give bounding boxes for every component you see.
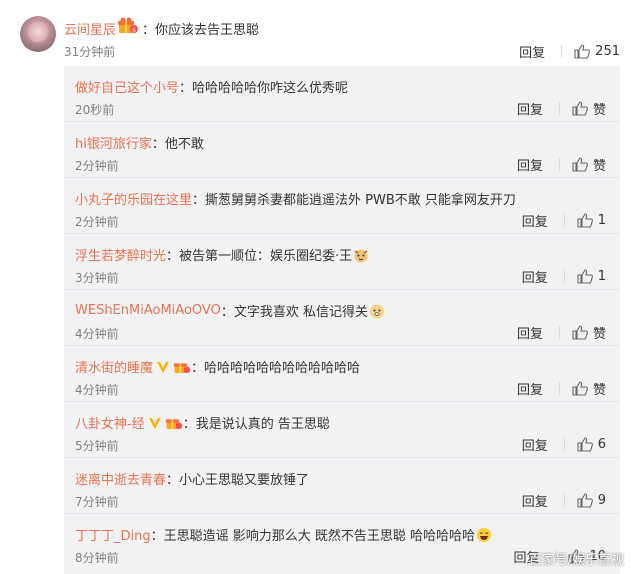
comment-time: 31分钟前: [64, 45, 116, 59]
like-count[interactable]: 6: [598, 437, 606, 452]
svg-text:6: 6: [132, 27, 136, 34]
reply-button[interactable]: 回复: [517, 99, 543, 118]
thumbs-up-icon[interactable]: [572, 101, 588, 116]
reply-time: 4分钟前: [75, 383, 119, 397]
doge-emoji-icon: [369, 304, 384, 318]
divider: [561, 45, 563, 58]
reply-text: ：被告第一顺位：娱乐圈纪委·王: [166, 249, 353, 264]
reply-button[interactable]: 回复: [522, 435, 548, 454]
reply-username[interactable]: 做好自己这个小号: [75, 77, 179, 96]
thumbs-up-icon[interactable]: [574, 44, 591, 59]
thumbs-up-icon[interactable]: [572, 325, 588, 340]
divider: [563, 438, 565, 451]
like-count[interactable]: 1: [598, 213, 606, 228]
reply-username[interactable]: 迷离中逝去青春: [75, 469, 166, 488]
top-comment: 云间星辰 6 ：你应该去告王思聪 31分钟前 回复 251: [0, 0, 640, 66]
avatar[interactable]: [20, 16, 56, 52]
reply-username[interactable]: 浮生若梦醉时光: [75, 245, 166, 264]
thumbs-up-icon[interactable]: [577, 437, 593, 452]
laughing-emoji-icon: [477, 527, 492, 542]
reply-time: 4分钟前: [75, 327, 119, 341]
reply-time: 2分钟前: [75, 159, 119, 173]
like-count[interactable]: 251: [595, 44, 620, 59]
list-item: hi银河旅行家 ：他不敢 2分钟前 回复 赞: [64, 122, 620, 178]
reply-text: ：哈哈哈哈哈哈哈哈哈哈哈哈: [191, 361, 361, 376]
thumbs-up-icon[interactable]: [577, 269, 593, 284]
reply-time: 8分钟前: [75, 551, 119, 565]
comment-text: ：你应该去告王思聪: [142, 23, 260, 38]
like-count[interactable]: 9: [598, 493, 606, 508]
gift-badge-icon: [165, 418, 182, 429]
reply-time: 2分钟前: [75, 215, 119, 229]
watermark: 百家号/娱乐直视: [528, 553, 624, 568]
reply-time: 20秒前: [75, 103, 115, 117]
commenter-name[interactable]: 云间星辰: [64, 19, 116, 38]
cat-emoji-icon: [354, 249, 368, 262]
divider: [563, 270, 565, 283]
thumbs-up-icon[interactable]: [572, 381, 588, 396]
divider: [563, 214, 565, 227]
reply-button[interactable]: 回复: [517, 323, 543, 342]
like-count[interactable]: 赞: [593, 99, 606, 118]
list-item: 清水街的睡魔 ：哈哈哈哈哈哈哈哈哈哈哈哈 4分钟前 回复 赞: [64, 346, 620, 402]
reply-button[interactable]: 回复: [522, 267, 548, 286]
reply-text: ：我是说认真的 告王思聪: [182, 417, 330, 432]
divider: [558, 326, 560, 339]
reply-username[interactable]: 小丸子的乐园在这里: [75, 189, 192, 208]
thumbs-up-icon[interactable]: [577, 493, 593, 508]
reply-username[interactable]: 丁丁丁_Ding: [75, 525, 151, 544]
divider: [563, 494, 565, 507]
like-count[interactable]: 赞: [593, 323, 606, 342]
like-count[interactable]: 赞: [593, 155, 606, 174]
reply-username[interactable]: 清水街的睡魔: [75, 357, 153, 376]
reply-username[interactable]: hi银河旅行家: [75, 133, 152, 152]
divider: [558, 158, 560, 171]
reply-button[interactable]: 回复: [517, 155, 543, 174]
divider: [558, 102, 560, 115]
reply-text: ：王思聪造谣 影响力那么大 既然不告王思聪 哈哈哈哈哈: [150, 529, 476, 544]
reply-text: ：哈哈哈哈哈你咋这么优秀呢: [179, 81, 349, 96]
reply-time: 3分钟前: [75, 271, 119, 285]
comment-actions: 回复 251: [519, 42, 620, 61]
verified-v-icon: [157, 361, 170, 373]
reply-text: ：他不敢: [151, 137, 204, 152]
like-count[interactable]: 赞: [593, 379, 606, 398]
list-item: 八卦女神-经 ：我是说认真的 告王思聪 5分钟前 回复 6: [64, 402, 620, 458]
reply-button[interactable]: 回复: [522, 491, 548, 510]
reply-button[interactable]: 回复: [522, 211, 548, 230]
reply-text: ：撕葱舅舅杀妻都能逍遥法外 PWB不敢 只能拿网友开刀: [192, 193, 516, 208]
list-item: 浮生若梦醉时光 ：被告第一顺位：娱乐圈纪委·王 3分钟前 回复 1: [64, 234, 620, 290]
gift-badge-icon: [173, 362, 191, 373]
list-item: 迷离中逝去青春 ：小心王思聪又要放锤了 7分钟前 回复 9: [64, 458, 620, 514]
reply-button[interactable]: 回复: [519, 42, 545, 61]
reply-username[interactable]: WEShEnMiAoMiAoOVO: [75, 303, 221, 318]
reply-text: ：文字我喜欢 私信记得关: [220, 305, 368, 320]
reply-time: 5分钟前: [75, 439, 119, 453]
reply-time: 7分钟前: [75, 495, 119, 509]
verified-v-icon: [148, 417, 161, 429]
like-count[interactable]: 1: [598, 269, 606, 284]
reply-button[interactable]: 回复: [517, 379, 543, 398]
gift-badge-icon: 6: [118, 17, 138, 34]
thumbs-up-icon[interactable]: [577, 213, 593, 228]
thumbs-up-icon[interactable]: [572, 157, 588, 172]
reply-username[interactable]: 八卦女神-经: [75, 413, 145, 432]
list-item: WEShEnMiAoMiAoOVO ：文字我喜欢 私信记得关 4分钟前 回复 赞: [64, 290, 620, 346]
replies-panel: 做好自己这个小号 ：哈哈哈哈哈你咋这么优秀呢 20秒前 回复赞 hi银河旅行家 ：他…: [64, 66, 620, 574]
reply-text: ：小心王思聪又要放锤了: [166, 473, 310, 488]
list-item: 做好自己这个小号 ：哈哈哈哈哈你咋这么优秀呢 20秒前 回复 赞: [64, 66, 620, 122]
divider: [558, 382, 560, 395]
list-item: 小丸子的乐园在这里 ：撕葱舅舅杀妻都能逍遥法外 PWB不敢 只能拿网友开刀 2分钟…: [64, 178, 620, 234]
